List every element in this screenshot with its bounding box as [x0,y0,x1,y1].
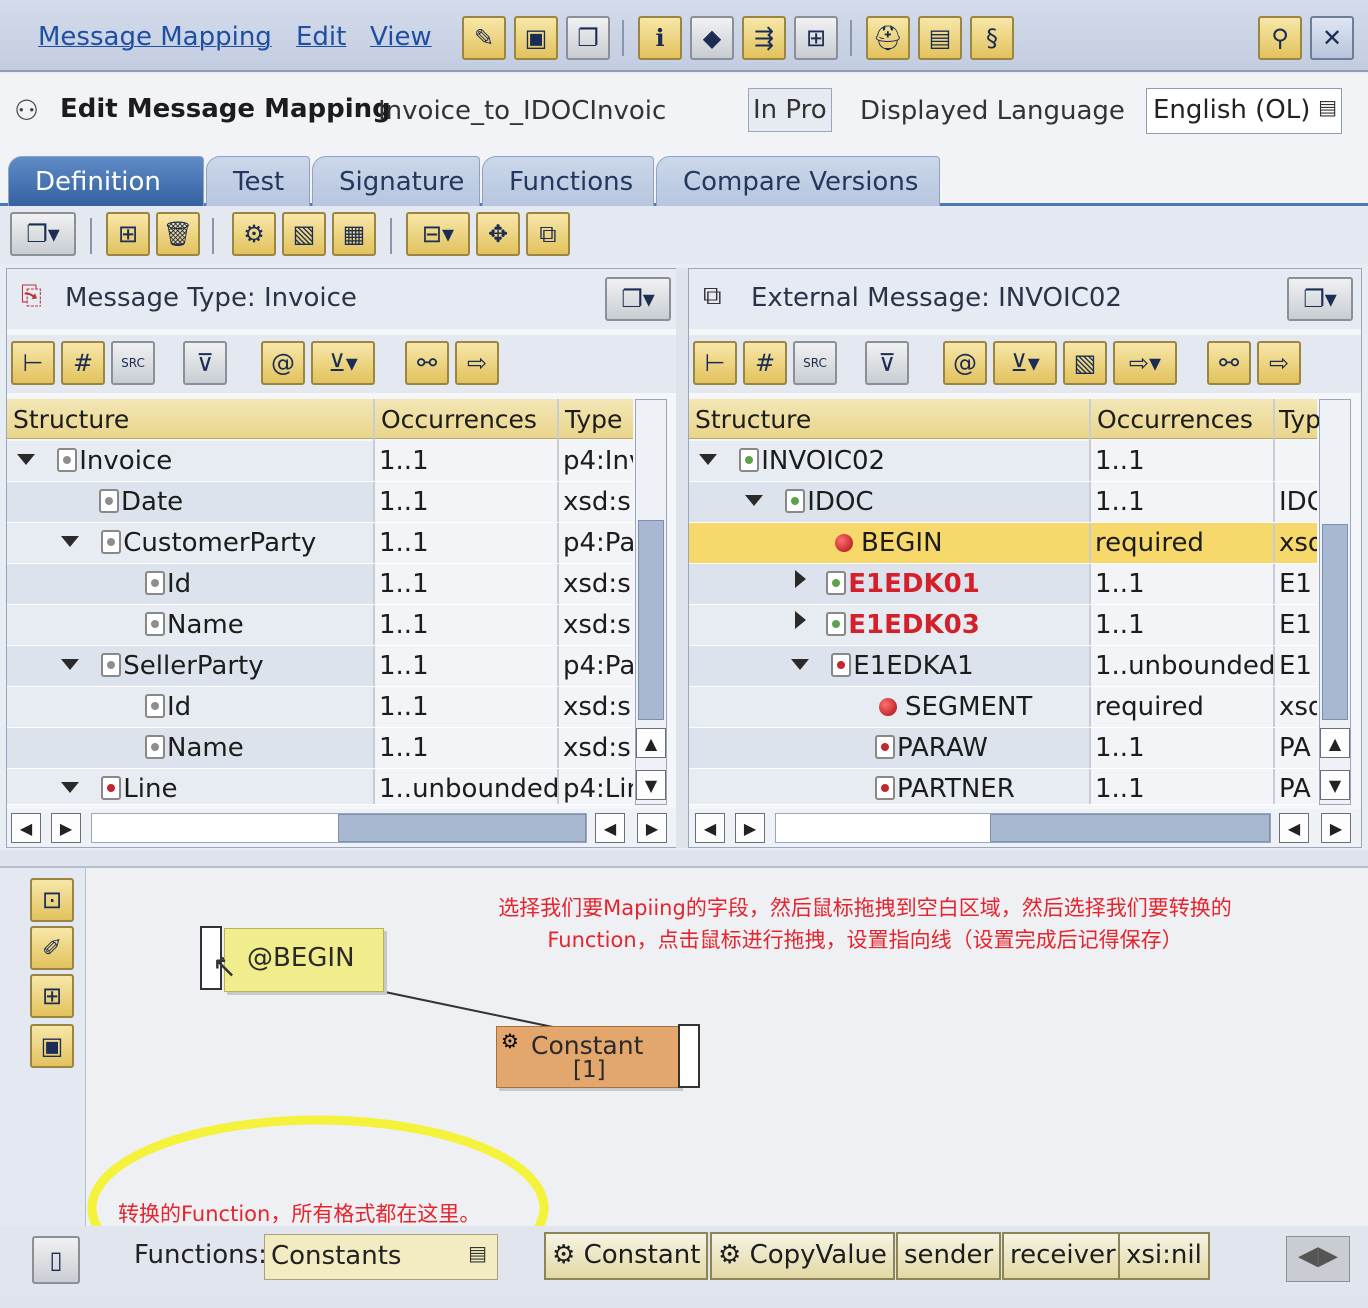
bottom-splitter[interactable] [0,1296,1368,1308]
function-constant-button[interactable]: ⚙ Constant [544,1232,709,1280]
functions-label: Functions: [134,1240,267,1270]
scroll-functions-icon[interactable]: ◀▶ [1286,1236,1350,1282]
highlight-circle [87,1115,549,1301]
function-copyvalue-button[interactable]: ⚙ CopyValue [710,1232,895,1280]
gear-icon: ⚙ [718,1240,750,1270]
functions-select[interactable]: Constants ▤ [264,1234,498,1280]
function-receiver-button[interactable]: receiver [1002,1232,1124,1280]
new-function-icon[interactable]: ▯ [32,1236,80,1284]
dropdown-icon[interactable]: ▤ [468,1241,487,1265]
function-xsinil-button[interactable]: xsi:nil [1118,1232,1210,1280]
functions-selected: Constants [271,1241,402,1271]
function-sender-button[interactable]: sender [896,1232,1002,1280]
gear-icon: ⚙ [552,1240,584,1270]
